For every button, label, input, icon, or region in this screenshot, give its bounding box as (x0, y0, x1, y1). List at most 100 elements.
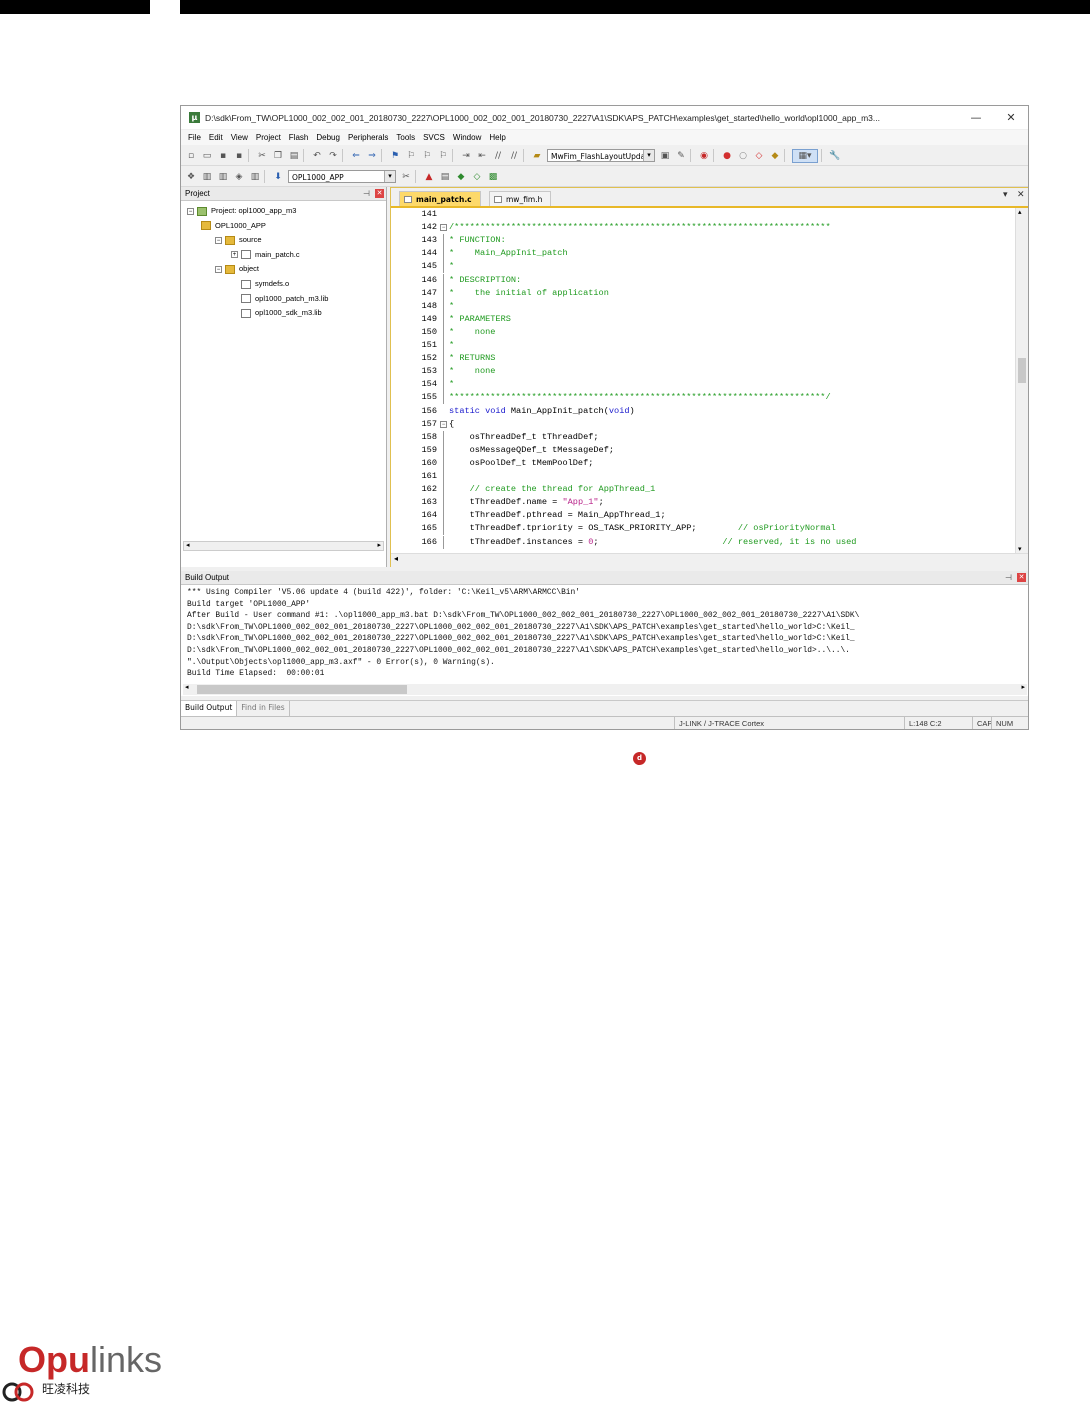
prev-bookmark-icon[interactable]: ⚐ (405, 150, 417, 162)
code-line[interactable]: 143 * FUNCTION: (391, 234, 1017, 248)
tree-item[interactable]: + main_patch.c (231, 248, 300, 262)
flash-layout-combo[interactable]: MwFim_FlashLayoutUpda ▾ (547, 149, 655, 162)
code-line[interactable]: 158 osThreadDef_t tThreadDef; (391, 430, 1017, 444)
close-icon[interactable]: ✕ (1017, 190, 1025, 200)
code-line[interactable]: 164 tThreadDef.pthread = Main_AppThread_… (391, 509, 1017, 523)
tree-item[interactable]: opl1000_sdk_m3.lib (241, 306, 322, 320)
tree-item[interactable]: − object (215, 262, 259, 276)
code-line[interactable]: 160 osPoolDef_t tMemPoolDef; (391, 456, 1017, 470)
maximize-button[interactable] (965, 106, 995, 129)
navigate-forward-icon[interactable]: ⇒ (366, 150, 378, 162)
fold-collapse-icon[interactable]: − (440, 420, 447, 428)
code-line[interactable]: 157−{ (391, 418, 1017, 431)
build-output-hscrollbar[interactable]: ◂ ▸ (183, 683, 1027, 695)
code-line[interactable]: 156 static void Main_AppInit_patch(void) (391, 405, 1017, 418)
scroll-down-icon[interactable]: ▾ (1018, 545, 1022, 553)
menu-file[interactable]: File (188, 133, 201, 142)
editor-vscroll-thumb[interactable] (1018, 358, 1026, 383)
save-icon[interactable]: ▪ (217, 150, 229, 162)
code-line[interactable]: 163 tThreadDef.name = "App_1"; (391, 496, 1017, 510)
manage-project-icon[interactable]: ▲ (423, 171, 435, 183)
pin-icon[interactable]: ⊣ (363, 187, 370, 200)
batch-build-icon[interactable]: ◈ (233, 171, 245, 183)
indent-icon[interactable]: ⇥ (460, 150, 472, 162)
manage-runtime-icon[interactable]: ◆ (455, 171, 467, 183)
clear-breakpoints-icon[interactable]: ◇ (753, 150, 765, 162)
find-in-files-icon[interactable]: ▰ (531, 150, 543, 162)
stop-build-icon[interactable]: ▥ (249, 171, 261, 183)
code-line[interactable]: 162 // create the thread for AppThread_1 (391, 483, 1017, 497)
window-layout-icon[interactable]: ▦▾ (792, 148, 818, 163)
pin-icon[interactable]: ⊣ (1005, 571, 1012, 584)
tree-item[interactable]: OPL1000_APP (201, 219, 266, 233)
breakpoint-icon[interactable]: ● (721, 150, 733, 162)
collapse-icon[interactable]: − (187, 207, 194, 215)
pack-installer-icon[interactable]: ◇ (471, 171, 483, 183)
scroll-left-icon[interactable]: ◂ (185, 683, 189, 691)
bookmark-icon[interactable]: ⚑ (389, 150, 401, 162)
scroll-left-icon[interactable]: ◂ (186, 541, 190, 549)
fold-collapse-icon[interactable]: − (440, 224, 447, 232)
target-select[interactable]: OPL1000_APP ▾ (288, 170, 396, 183)
menu-tools[interactable]: Tools (396, 133, 415, 142)
configure-icon[interactable]: 🔧 (829, 150, 841, 162)
menu-debug[interactable]: Debug (316, 133, 340, 142)
code-line[interactable]: 154 * (391, 378, 1017, 392)
cut-icon[interactable]: ✂ (256, 150, 268, 162)
code-line[interactable]: 146 * DESCRIPTION: (391, 273, 1017, 287)
tab-find-in-files[interactable]: Find in Files (237, 701, 290, 716)
code-line[interactable]: 153 * none (391, 365, 1017, 379)
redo-icon[interactable]: ↷ (327, 150, 339, 162)
scroll-right-icon[interactable]: ▸ (1021, 683, 1025, 691)
code-line[interactable]: 145 * (391, 260, 1017, 274)
package-icon[interactable]: ▩ (487, 171, 499, 183)
build-output-scroll-thumb[interactable] (197, 685, 407, 694)
collapse-icon[interactable]: − (215, 265, 222, 273)
undo-icon[interactable]: ↶ (311, 150, 323, 162)
tab-build-output[interactable]: Build Output (181, 701, 238, 716)
menu-flash[interactable]: Flash (289, 133, 309, 142)
editor-vscrollbar[interactable]: ▴ ▾ (1015, 208, 1028, 553)
unindent-icon[interactable]: ⇤ (476, 150, 488, 162)
close-icon[interactable]: ✕ (1017, 573, 1026, 582)
target-options-icon[interactable]: ✂ (400, 171, 412, 183)
debug-session-icon[interactable]: ◉ (698, 150, 710, 162)
copy-icon[interactable]: ❐ (272, 150, 284, 162)
editor-hscrollbar[interactable]: ◂ (391, 553, 1028, 567)
tree-item[interactable]: − Project: opl1000_app_m3 (187, 204, 296, 218)
scroll-left-icon[interactable]: ◂ (394, 554, 398, 563)
comment-icon[interactable]: // (492, 150, 504, 162)
uncomment-icon[interactable]: // (508, 150, 520, 162)
menu-view[interactable]: View (231, 133, 248, 142)
kill-breakpoints-icon[interactable]: ◆ (769, 150, 781, 162)
close-icon[interactable]: ✕ (375, 189, 384, 198)
open-file-icon[interactable]: ▭ (201, 150, 213, 162)
code-area[interactable]: 141 142−/********************************… (391, 208, 1017, 553)
translate-icon[interactable]: ❖ (185, 171, 197, 183)
code-line[interactable]: 159 osMessageQDef_t tMessageDef; (391, 443, 1017, 457)
code-line[interactable]: 144 * Main_AppInit_patch (391, 247, 1017, 261)
code-line[interactable]: 150 * none (391, 325, 1017, 339)
tab-main-patch[interactable]: main_patch.c (399, 191, 481, 206)
find-icon[interactable]: ▣ (659, 150, 671, 162)
code-line[interactable]: 148 * (391, 299, 1017, 313)
menu-svcs[interactable]: SVCS (423, 133, 445, 142)
tab-list-icon[interactable]: ▾ (1003, 190, 1008, 200)
code-line[interactable]: 152 * RETURNS (391, 352, 1017, 366)
code-line[interactable]: 151 * (391, 339, 1017, 353)
clear-bookmarks-icon[interactable]: ⚐ (437, 150, 449, 162)
code-line[interactable]: 141 (391, 208, 1017, 221)
tree-item[interactable]: − source (215, 233, 262, 247)
code-line[interactable]: 142−/***********************************… (391, 221, 1017, 234)
build-icon[interactable]: ▥ (201, 171, 213, 183)
chevron-down-icon[interactable]: ▾ (384, 171, 395, 182)
code-line[interactable]: 161 (391, 470, 1017, 484)
menu-peripherals[interactable]: Peripherals (348, 133, 388, 142)
new-file-icon[interactable]: ▫ (185, 150, 197, 162)
incremental-find-icon[interactable]: ✎ (675, 150, 687, 162)
save-all-icon[interactable]: ▪ (233, 150, 245, 162)
tab-mw-fim[interactable]: mw_fim.h (489, 191, 552, 206)
paste-icon[interactable]: ▤ (288, 150, 300, 162)
tree-item[interactable]: symdefs.o (241, 277, 289, 291)
rebuild-icon[interactable]: ▥ (217, 171, 229, 183)
